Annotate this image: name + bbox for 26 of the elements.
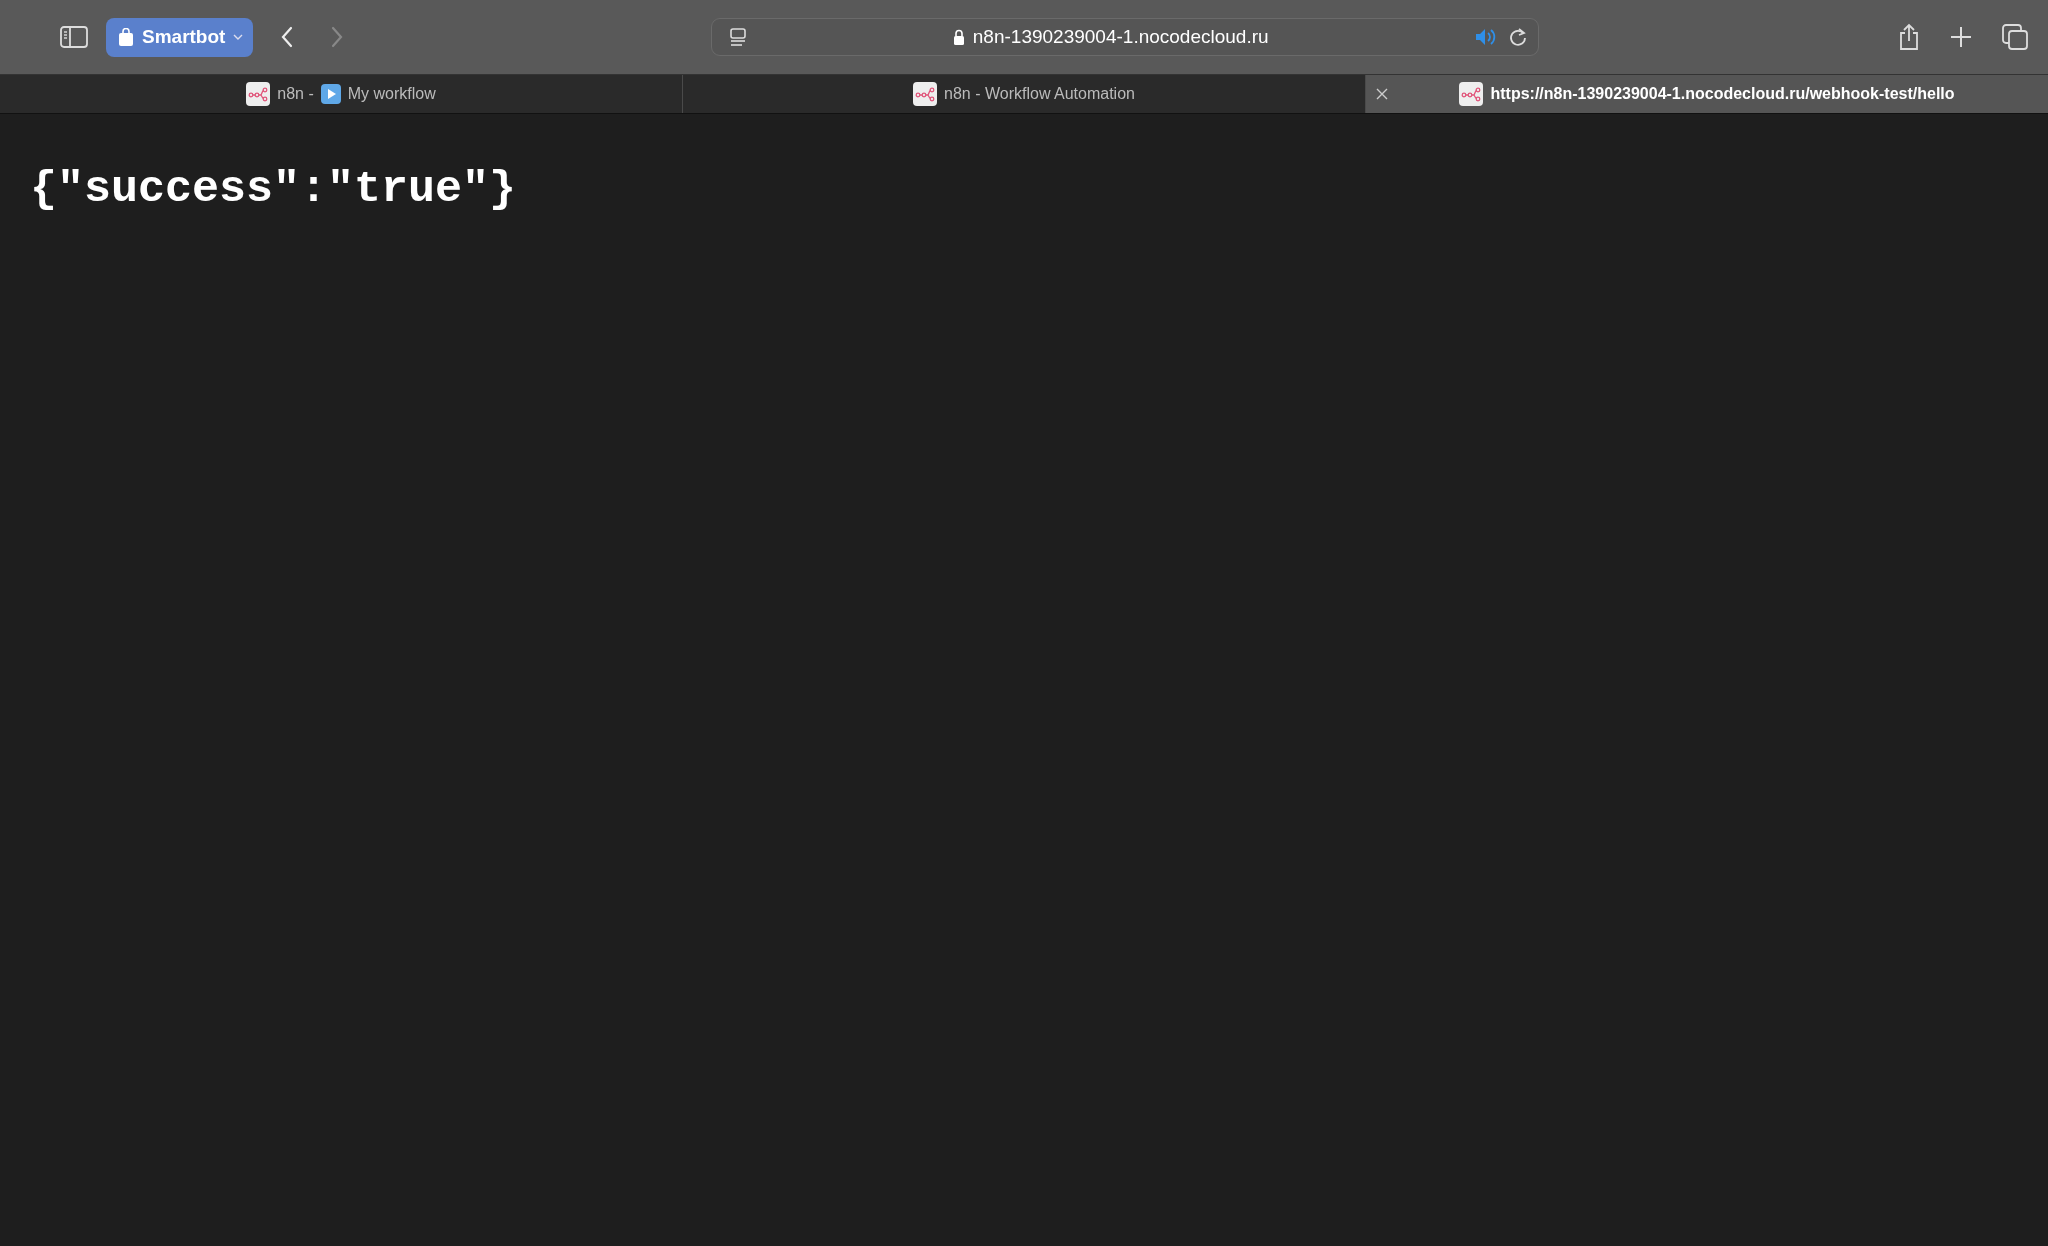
reload-icon[interactable] (1507, 27, 1528, 47)
close-icon[interactable] (1376, 88, 1388, 100)
reader-icon[interactable] (727, 27, 748, 47)
tabs-overview-icon[interactable] (2002, 24, 2028, 50)
share-icon[interactable] (1898, 23, 1920, 51)
n8n-logo-icon (246, 82, 271, 106)
json-response-text: {"success":"true"} (30, 164, 517, 215)
play-button-icon (320, 84, 341, 104)
tab-title: n8n - Workflow Automation (944, 85, 1135, 103)
n8n-logo-icon (1459, 82, 1484, 106)
browser-tab[interactable]: https://n8n-1390239004-1.nocodecloud.ru/webhook-test/hello (1366, 75, 2048, 113)
browser-tab[interactable]: n8n - Workflow Automation (683, 75, 1366, 113)
tab-title: n8n - (277, 85, 314, 103)
bag-icon (118, 28, 134, 46)
sidebar-icon[interactable] (60, 26, 88, 48)
back-icon[interactable] (281, 26, 294, 48)
browser-tab[interactable]: n8n - My workflow (0, 75, 683, 113)
address-bar[interactable]: n8n-1390239004-1.nocodecloud.ru (710, 18, 1539, 56)
chevron-down-icon (233, 34, 244, 40)
n8n-logo-icon (913, 82, 938, 106)
tab-title: https://n8n-1390239004-1.nocodecloud.ru/webhook-test/hello (1490, 85, 1955, 103)
lock-icon (952, 29, 965, 45)
plus-icon[interactable] (1950, 26, 1972, 48)
profile-button[interactable]: Smartbot (106, 17, 254, 57)
tab-title: My workflow (347, 85, 436, 103)
url-text: n8n-1390239004-1.nocodecloud.ru (972, 26, 1269, 48)
